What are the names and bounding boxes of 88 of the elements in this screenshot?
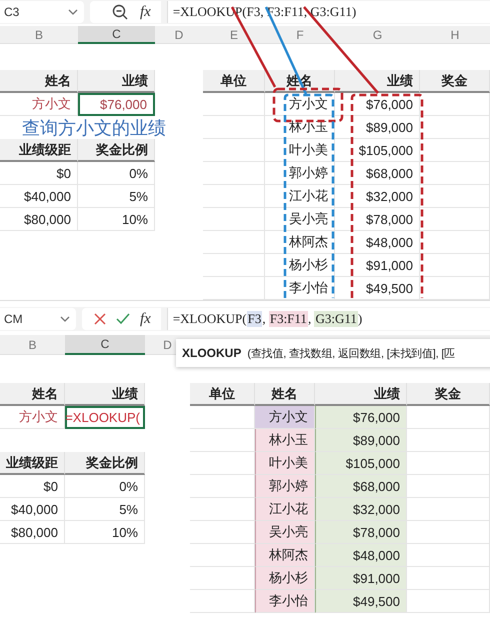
table-cell: $76,000 — [366, 96, 413, 112]
table-cell: $32,000 — [353, 502, 400, 516]
table-cell: $89,000 — [366, 120, 413, 134]
column-header: 姓名 — [45, 72, 71, 90]
column-header: 姓名 — [272, 384, 298, 402]
column-letter[interactable]: B — [34, 28, 43, 42]
table-cell: 叶小美 — [289, 141, 328, 159]
table-cell: 0% — [119, 478, 138, 494]
table-cell: $40,000 — [11, 502, 58, 516]
table-cell: $48,000 — [353, 548, 400, 562]
function-button[interactable]: fx — [140, 310, 151, 328]
table-cell: $80,000 — [24, 212, 71, 226]
table-cell: 10% — [112, 524, 138, 540]
column-letter[interactable]: C — [100, 337, 110, 351]
column-header: 业绩级距 — [6, 454, 58, 472]
zoom-out-icon[interactable] — [112, 4, 128, 20]
table-cell: 杨小杉 — [289, 256, 328, 274]
annotation-text: 查询方小文的业绩 — [22, 116, 166, 140]
table-cell: $91,000 — [353, 570, 400, 586]
table-cell: 5% — [119, 502, 138, 516]
column-letter[interactable]: F — [296, 28, 304, 42]
caret-icon[interactable] — [60, 316, 70, 322]
function-name: XLOOKUP — [182, 346, 242, 360]
column-header: 奖金 — [442, 72, 468, 90]
table-cell: 李小怡 — [289, 279, 328, 297]
column-letter[interactable]: B — [28, 338, 36, 352]
column-letter[interactable]: H — [450, 28, 460, 42]
table-cell: $68,000 — [366, 166, 413, 180]
table-cell: 林小玉 — [269, 431, 308, 449]
column-letter[interactable]: E — [230, 28, 238, 42]
table-cell: 江小花 — [269, 500, 308, 518]
table-cell: $76,000 — [100, 97, 147, 112]
table-cell: $105,000 — [346, 456, 400, 470]
column-header: 业绩 — [112, 384, 138, 402]
formula-field[interactable]: =XLOOKUP(F3, F3:F11, G3:G11) — [166, 308, 490, 330]
table-cell: 方小文 — [32, 95, 71, 113]
table-cell: 方小文 — [289, 95, 328, 113]
table-cell: $78,000 — [366, 212, 413, 226]
table-cell: 郭小婷 — [289, 164, 328, 182]
table-cell: $105,000 — [358, 142, 413, 158]
table-cell: 吴小亮 — [269, 523, 308, 541]
column-header: 奖金比例 — [86, 454, 138, 472]
table-cell: $0 — [44, 478, 58, 494]
table-cell: 10% — [122, 212, 148, 226]
name-box[interactable]: C3 — [0, 1, 84, 23]
table-cell: 林阿杰 — [269, 546, 308, 564]
table-cell: 方小文 — [19, 408, 58, 426]
table-cell: 江小花 — [289, 187, 328, 205]
table-cell: 0% — [129, 166, 148, 180]
column-header: 业绩 — [374, 384, 400, 402]
table-cell: $91,000 — [366, 258, 413, 272]
table-cell: $68,000 — [353, 478, 400, 494]
table-cell: $80,000 — [11, 524, 58, 540]
table-cell: $49,500 — [353, 594, 400, 608]
table-cell: $78,000 — [353, 524, 400, 540]
argument-list: (查找值, 查找数组, 返回数组, [未找到值], [匹 — [247, 346, 456, 360]
table-cell: $32,000 — [366, 188, 413, 204]
function-button[interactable]: fx — [140, 4, 151, 20]
table-cell: $89,000 — [353, 432, 400, 448]
table-cell: $48,000 — [366, 234, 413, 250]
column-header: 单位 — [220, 72, 246, 90]
column-header: 业绩级距 — [19, 140, 71, 158]
column-header: 奖金 — [435, 384, 461, 402]
table-cell: 吴小亮 — [289, 210, 328, 228]
column-letter[interactable]: C — [112, 27, 121, 41]
name-box[interactable]: CM — [0, 308, 76, 330]
column-header: 奖金比例 — [96, 140, 148, 158]
caret-icon[interactable] — [68, 9, 78, 15]
check-icon[interactable] — [116, 313, 130, 325]
table-cell: $0 — [56, 166, 71, 180]
table-cell: 李小怡 — [269, 592, 308, 610]
table-cell: 方小文 — [269, 408, 308, 426]
table-cell: 杨小杉 — [269, 569, 308, 587]
table-cell: $76,000 — [353, 410, 400, 424]
column-header: 单位 — [209, 384, 235, 402]
table-cell: 叶小美 — [269, 454, 308, 472]
table-cell: $40,000 — [24, 188, 71, 204]
column-header: 业绩 — [122, 72, 148, 90]
column-letter[interactable]: G — [372, 28, 382, 42]
column-letter[interactable]: D — [174, 28, 184, 42]
column-header: 姓名 — [32, 384, 58, 402]
table-cell: 5% — [129, 188, 148, 204]
column-letter[interactable]: D — [163, 338, 172, 352]
table-cell: $49,500 — [366, 280, 413, 296]
table-cell: 林阿杰 — [289, 233, 328, 251]
cancel-icon[interactable] — [94, 313, 106, 325]
column-header: 业绩 — [387, 72, 413, 90]
table-cell: 郭小婷 — [269, 477, 308, 495]
